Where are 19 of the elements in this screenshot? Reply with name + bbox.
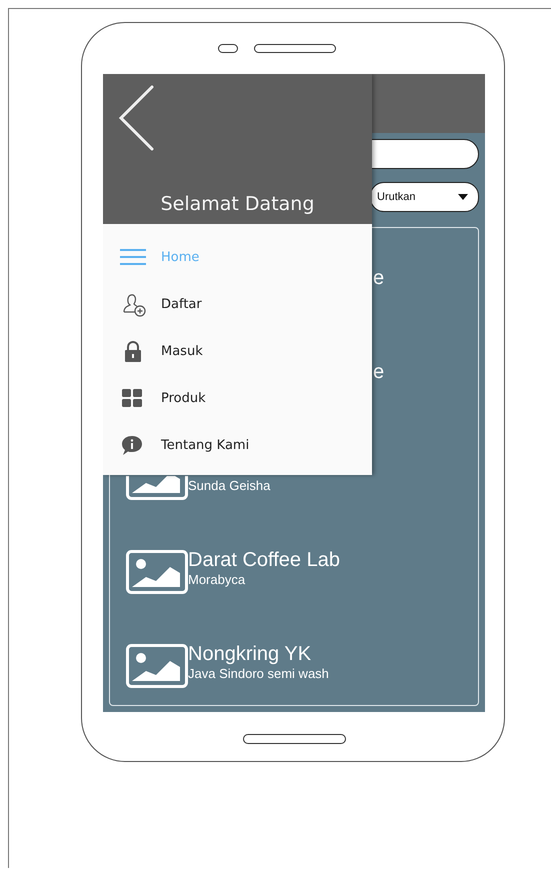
drawer-item[interactable]: Tentang Kami	[103, 422, 372, 469]
drawer-item[interactable]: Masuk	[103, 328, 372, 375]
sort-dropdown[interactable]: Urutkan	[370, 182, 479, 212]
item-title: e	[373, 360, 384, 384]
dropdown-arrow-icon	[458, 194, 468, 200]
drawer-title: Selamat Datang	[160, 193, 314, 215]
item-title: e	[373, 266, 384, 290]
drawer-item[interactable]: Daftar	[103, 281, 372, 328]
item-subtitle: Java Sindoro semi wash	[188, 666, 329, 682]
back-icon[interactable]	[118, 85, 154, 151]
item-title: Darat Coffee Lab	[188, 548, 340, 572]
item-subtitle: Sunda Geisha	[188, 478, 270, 494]
home-button[interactable]	[243, 734, 346, 744]
item-title: Nongkring YK	[188, 642, 312, 666]
image-icon	[126, 644, 188, 688]
drawer-item[interactable]: Produk	[103, 375, 372, 422]
camera-slot	[218, 44, 238, 53]
image-icon	[126, 550, 188, 594]
item-subtitle: Morabyca	[188, 572, 246, 588]
